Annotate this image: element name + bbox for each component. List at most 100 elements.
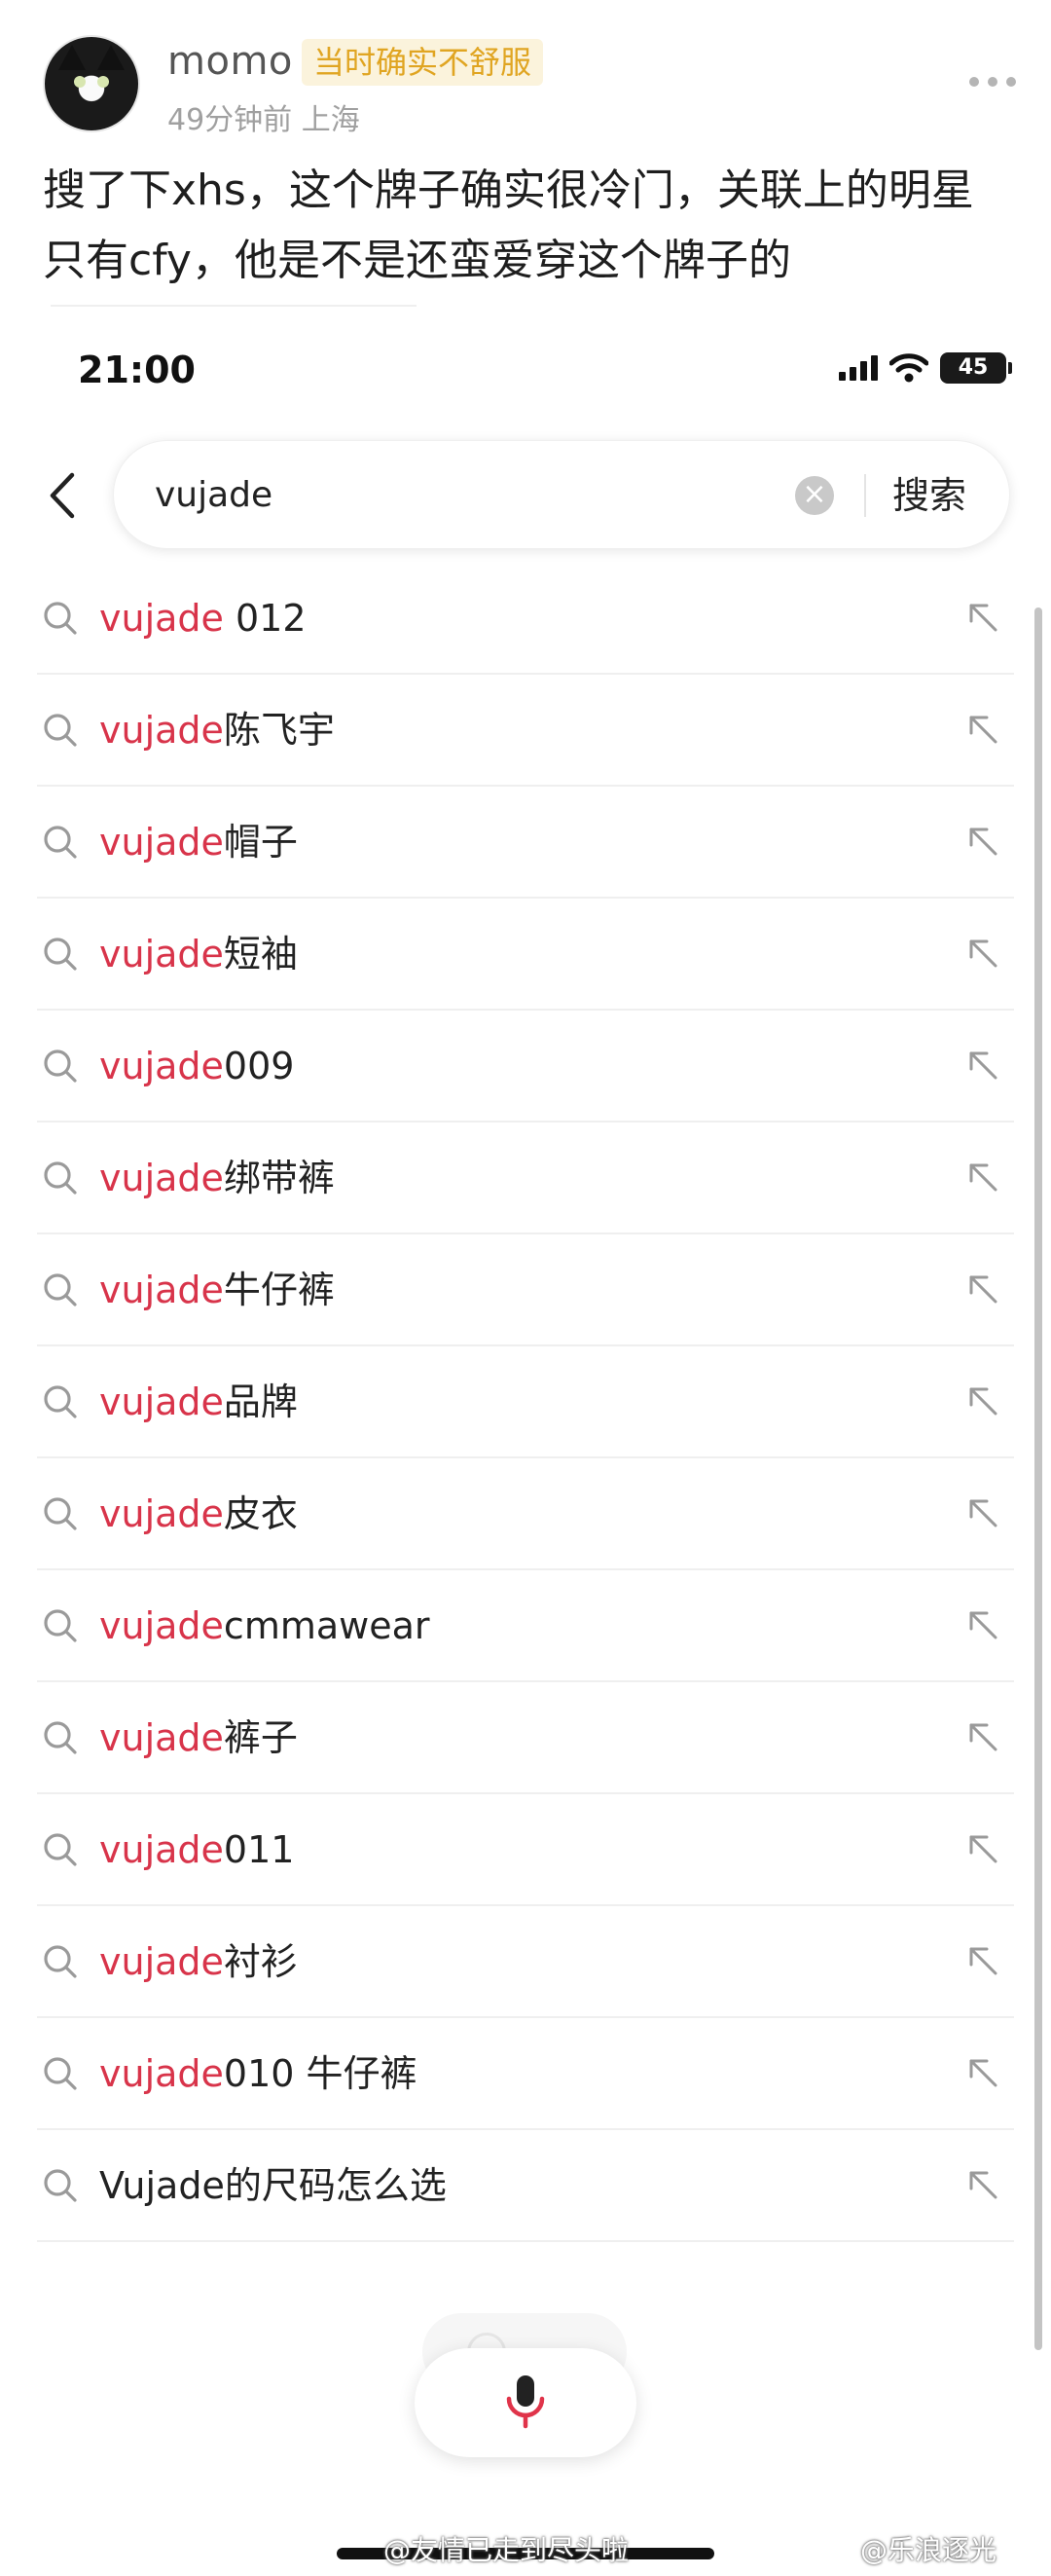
scrollbar[interactable] <box>1034 607 1042 2350</box>
suggestion-highlight: vujade <box>99 1380 224 1423</box>
divider <box>864 474 866 517</box>
suggestion-text: vujade绑带裤 <box>99 1122 335 1234</box>
suggestion-highlight: vujade <box>99 2052 224 2095</box>
search-icon <box>44 826 77 859</box>
suggestion-rest: cmmawear <box>223 1604 430 1647</box>
suggestion-highlight: vujade <box>99 709 224 752</box>
suggestion-row[interactable]: vujade009 <box>37 1011 1014 1122</box>
suggestion-row[interactable]: vujade010 牛仔裤 <box>37 2018 1014 2130</box>
arrow-up-left-icon[interactable] <box>963 1046 1002 1085</box>
suggestion-rest: 012 <box>223 597 307 640</box>
cat-ear <box>97 45 125 70</box>
suggestion-rest: 衬衫 <box>223 1940 298 1983</box>
chevron-left-icon[interactable] <box>43 471 82 520</box>
search-value[interactable]: vujade <box>155 441 272 550</box>
wifi-icon <box>889 353 928 383</box>
search-icon <box>44 1833 77 1866</box>
cat-eye <box>74 76 86 88</box>
suggestion-highlight: vujade <box>99 1716 224 1759</box>
arrow-up-left-icon[interactable] <box>963 1941 1002 1980</box>
suggestion-text: vujade牛仔裤 <box>99 1234 335 1346</box>
search-icon <box>44 2057 77 2090</box>
suggestion-highlight: vujade <box>99 597 224 640</box>
search-icon <box>44 1273 77 1306</box>
post-text: 搜了下xhs，这个牌子确实很冷门，关联上的明星只有cfy，他是不是还蛮爱穿这个牌… <box>43 166 974 285</box>
arrow-up-left-icon[interactable] <box>963 1493 1002 1532</box>
search-icon <box>44 2169 77 2202</box>
username[interactable]: momo <box>167 39 293 84</box>
arrow-up-left-icon[interactable] <box>963 1717 1002 1756</box>
search-icon <box>44 602 77 635</box>
suggestion-rest: 011 <box>223 1828 295 1871</box>
suggestion-text: vujade品牌 <box>99 1346 298 1458</box>
suggestion-row[interactable]: Vujade的尺码怎么选 <box>37 2130 1014 2242</box>
search-icon <box>44 938 77 971</box>
suggestion-row[interactable]: vujadecmmawear <box>37 1570 1014 1682</box>
avatar[interactable] <box>43 35 140 132</box>
suggestion-row[interactable]: vujade绑带裤 <box>37 1122 1014 1234</box>
microphone-icon <box>506 2375 545 2429</box>
suggestion-highlight: vujade <box>99 1828 224 1871</box>
suggestion-highlight: vujade <box>99 1045 224 1087</box>
search-icon <box>44 1497 77 1530</box>
status-time: 21:00 <box>78 349 196 391</box>
suggestion-highlight: vujade <box>99 1604 224 1647</box>
suggestion-text: vujade011 <box>99 1794 294 1906</box>
suggestion-row[interactable]: vujade裤子 <box>37 1682 1014 1794</box>
suggestion-text: vujade009 <box>99 1011 294 1122</box>
status-icons: 45 <box>839 352 1012 384</box>
search-input[interactable]: vujade × 搜索 <box>113 440 1010 549</box>
suggestion-row[interactable]: vujade皮衣 <box>37 1458 1014 1570</box>
suggestion-rest: 短袖 <box>223 933 298 975</box>
suggestion-rest: 010 牛仔裤 <box>223 2052 417 2095</box>
suggestion-text: vujadecmmawear <box>99 1570 430 1682</box>
suggestion-rest: 绑带裤 <box>223 1157 335 1199</box>
arrow-up-left-icon[interactable] <box>963 822 1002 861</box>
clear-circle-icon[interactable]: × <box>795 476 834 515</box>
search-icon <box>44 1385 77 1418</box>
suggestion-text: vujade 012 <box>99 563 307 675</box>
more-dots-icon[interactable] <box>969 76 1016 88</box>
search-icon <box>44 1049 77 1083</box>
suggestion-text: Vujade的尺码怎么选 <box>99 2130 447 2242</box>
arrow-up-left-icon[interactable] <box>963 1605 1002 1644</box>
suggestion-row[interactable]: vujade帽子 <box>37 787 1014 899</box>
suggestion-row[interactable]: vujade品牌 <box>37 1346 1014 1458</box>
search-icon <box>44 1161 77 1195</box>
search-button[interactable]: 搜索 <box>892 441 966 550</box>
suggestion-row[interactable]: vujade短袖 <box>37 899 1014 1011</box>
arrow-up-left-icon[interactable] <box>963 598 1002 637</box>
suggestion-highlight: vujade <box>99 821 224 864</box>
suggestion-text: vujade衬衫 <box>99 1906 298 2018</box>
search-icon <box>44 1945 77 1978</box>
search-icon <box>44 1721 77 1754</box>
search-icon <box>44 1609 77 1642</box>
cat-ear <box>58 45 86 70</box>
arrow-up-left-icon[interactable] <box>963 1381 1002 1420</box>
arrow-up-left-icon[interactable] <box>963 2053 1002 2092</box>
suggestion-rest: 皮衣 <box>223 1492 298 1535</box>
suggestion-row[interactable]: vujade牛仔裤 <box>37 1234 1014 1346</box>
voice-button[interactable] <box>415 2348 636 2457</box>
watermark: @乐浪逐光 <box>860 2534 997 2566</box>
suggestion-text: vujade裤子 <box>99 1682 298 1794</box>
arrow-up-left-icon[interactable] <box>963 2165 1002 2204</box>
suggestion-rest: 陈飞宇 <box>223 709 335 752</box>
arrow-up-left-icon[interactable] <box>963 710 1002 749</box>
arrow-up-left-icon[interactable] <box>963 1158 1002 1196</box>
watermark: @友情已走到尽头啦 <box>383 2534 630 2566</box>
arrow-up-left-icon[interactable] <box>963 934 1002 973</box>
arrow-up-left-icon[interactable] <box>963 1270 1002 1308</box>
suggestion-row[interactable]: vujade陈飞宇 <box>37 675 1014 787</box>
signal-icon <box>839 355 878 381</box>
post-meta: 49分钟前 上海 <box>167 103 360 137</box>
suggestion-row[interactable]: vujade衬衫 <box>37 1906 1014 2018</box>
suggestion-row[interactable]: vujade 012 <box>37 563 1014 675</box>
arrow-up-left-icon[interactable] <box>963 1829 1002 1868</box>
suggestion-rest: 009 <box>223 1045 295 1087</box>
suggestion-row[interactable]: vujade011 <box>37 1794 1014 1906</box>
battery-icon: 45 <box>940 352 1012 384</box>
screen: momo 当时确实不舒服 49分钟前 上海 搜了下xhs，这个牌子确实很冷门，关… <box>0 0 1051 2576</box>
divider <box>51 305 417 307</box>
suggestion-text: vujade短袖 <box>99 899 298 1011</box>
